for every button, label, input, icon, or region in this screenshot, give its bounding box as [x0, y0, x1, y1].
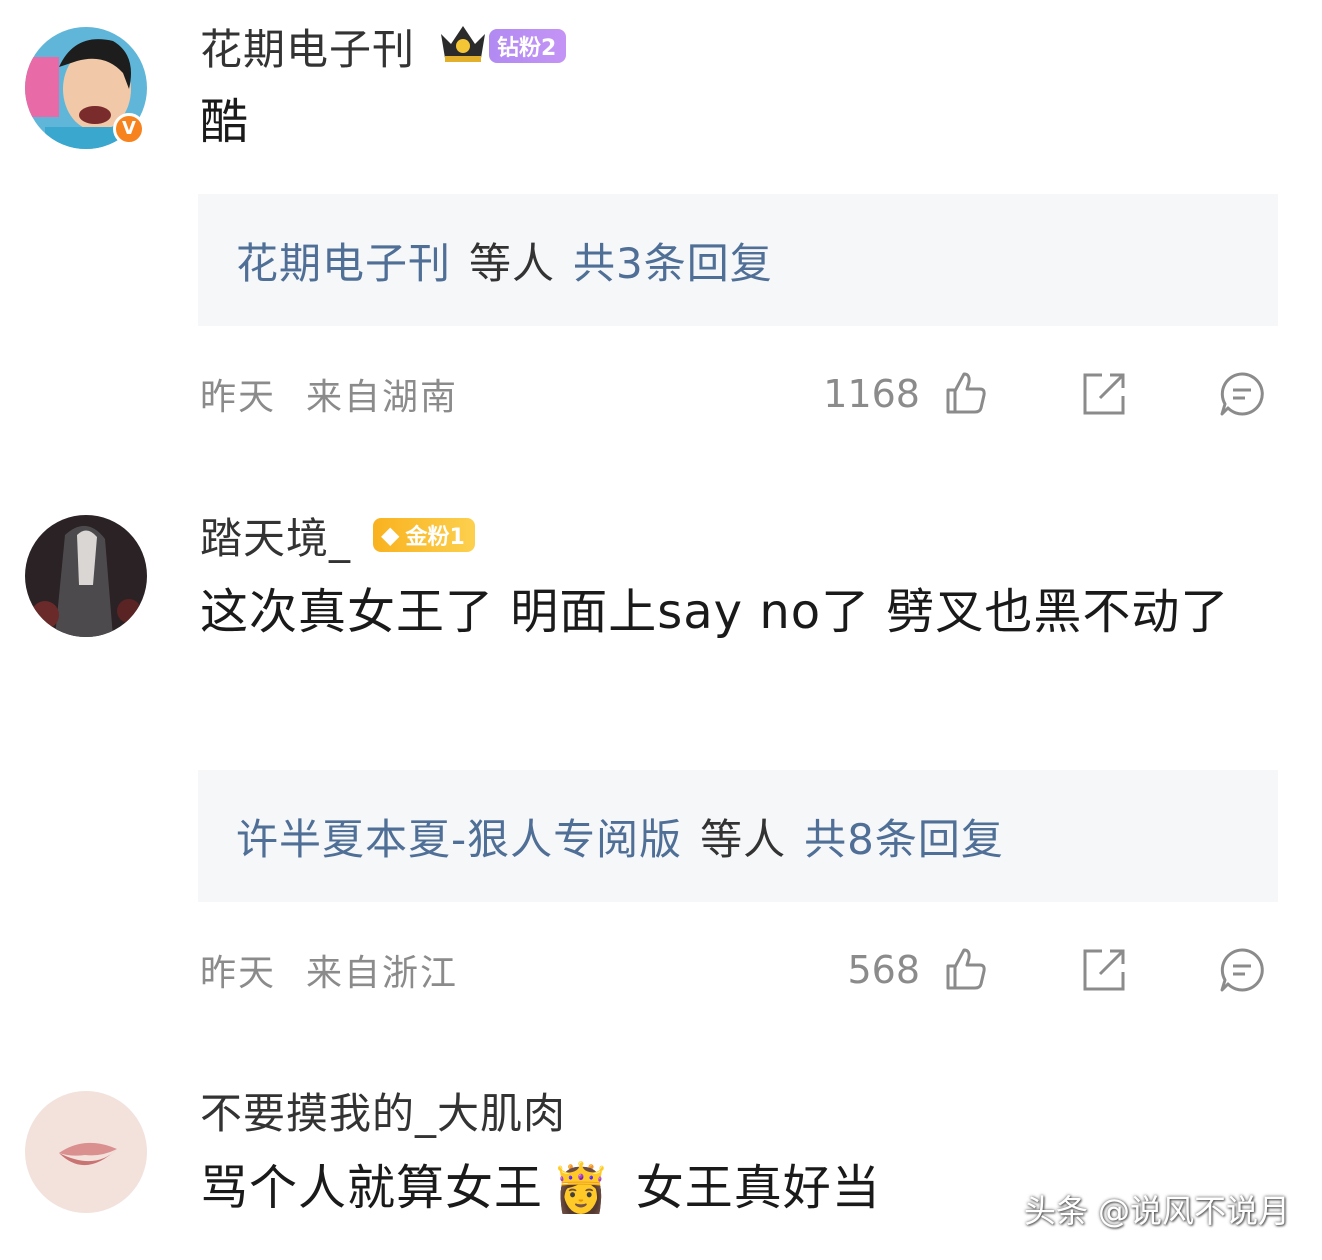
replies-preview[interactable]: 花期电子刊 等人 共3条回复: [198, 194, 1278, 326]
like-count: 1168: [823, 372, 920, 416]
comment-bubble-icon[interactable]: [1218, 370, 1266, 418]
avatar[interactable]: V: [25, 27, 147, 149]
diamond-icon: ◆: [381, 521, 400, 549]
fan-level-badge[interactable]: ◆ 金粉1: [373, 518, 475, 552]
comment-bubble-icon[interactable]: [1218, 946, 1266, 994]
comment-text: 酷: [200, 94, 250, 150]
comment-location: 来自湖南: [306, 377, 459, 418]
comment-text: 这次真女王了 明面上say no了 劈叉也黑不动了: [200, 584, 1230, 640]
username[interactable]: 不要摸我的_大肌肉: [200, 1080, 566, 1141]
crown-icon: [437, 22, 489, 71]
like-count: 568: [847, 948, 920, 992]
avatar[interactable]: [25, 515, 147, 637]
comment-time: 昨天: [200, 953, 277, 994]
watermark: 头条 @说风不说月: [1023, 1192, 1290, 1230]
thumbs-up-icon[interactable]: [942, 946, 990, 994]
username[interactable]: 踏天境_: [200, 505, 351, 566]
reply-user-link[interactable]: 花期电子刊: [236, 230, 451, 291]
share-icon[interactable]: [1080, 946, 1128, 994]
reply-middle-text: 等人: [469, 238, 556, 288]
avatar[interactable]: [25, 1091, 147, 1213]
reply-user-link[interactable]: 许半夏本夏-狠人专阅版: [236, 806, 682, 867]
avatar-image: [25, 1091, 147, 1213]
username[interactable]: 花期电子刊: [200, 16, 415, 77]
reply-count-link[interactable]: 共8条回复: [804, 806, 1004, 867]
avatar-image: [25, 515, 147, 637]
fan-level-badge[interactable]: 钻粉2: [489, 29, 567, 63]
reply-count-link[interactable]: 共3条回复: [573, 230, 773, 291]
replies-preview[interactable]: 许半夏本夏-狠人专阅版 等人 共8条回复: [198, 770, 1278, 902]
share-icon[interactable]: [1080, 370, 1128, 418]
thumbs-up-icon[interactable]: [942, 370, 990, 418]
princess-emoji-icon: 👸: [551, 1160, 612, 1216]
reply-middle-text: 等人: [700, 814, 787, 864]
comment-time: 昨天: [200, 377, 277, 418]
verified-icon: V: [113, 113, 145, 145]
comment-location: 来自浙江: [306, 953, 459, 994]
